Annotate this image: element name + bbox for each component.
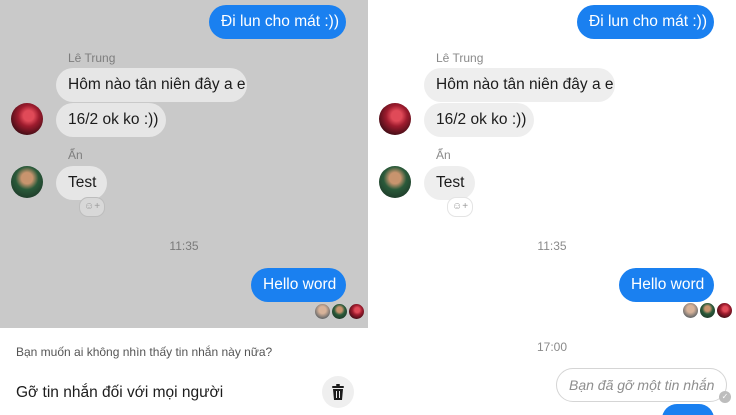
avatar-an[interactable] — [11, 166, 43, 198]
incoming-message-trung-2[interactable]: 16/2 ok ko :)) — [56, 103, 166, 137]
incoming-message-trung-1[interactable]: Hôm nào tân niên đây a e — [424, 68, 615, 102]
sender-name-an: Ẩn — [436, 148, 451, 162]
sender-name-trung: Lê Trung — [436, 51, 484, 65]
unsend-question: Bạn muốn ai không nhìn thấy tin nhắn này… — [16, 345, 273, 359]
incoming-message-an[interactable]: Test — [56, 166, 107, 200]
outgoing-message[interactable]: Đi lun cho mát :)) — [209, 5, 346, 39]
smile-icon: ☺ — [451, 201, 463, 212]
avatar-trung[interactable] — [379, 103, 411, 135]
outgoing-message-partial[interactable] — [662, 404, 714, 415]
seen-avatar — [349, 304, 364, 319]
seen-avatar — [683, 303, 698, 318]
unsend-button[interactable] — [322, 376, 354, 408]
seen-avatar — [700, 303, 715, 318]
right-chat-screen: Đi lun cho mát :)) Lê Trung Hôm nào tân … — [368, 0, 736, 415]
incoming-message-trung-1[interactable]: Hôm nào tân niên đây a e — [56, 68, 247, 102]
seen-avatar — [332, 304, 347, 319]
removed-message[interactable]: Bạn đã gỡ một tin nhắn — [556, 368, 728, 402]
left-chat-screen: Đi lun cho mát :)) Lê Trung Hôm nào tân … — [0, 0, 368, 415]
incoming-message-an[interactable]: Test — [424, 166, 475, 200]
seen-avatar — [717, 303, 732, 318]
add-reaction-button[interactable]: ☺+ — [447, 197, 473, 217]
avatar-an[interactable] — [379, 166, 411, 198]
unsend-for-everyone-option[interactable]: Gỡ tin nhắn đối với mọi người — [16, 384, 223, 402]
check-icon: ✓ — [719, 391, 731, 403]
seen-avatar — [315, 304, 330, 319]
outgoing-message[interactable]: Đi lun cho mát :)) — [577, 5, 714, 39]
timestamp: 11:35 — [169, 239, 199, 253]
plus-icon: + — [462, 201, 469, 212]
add-reaction-button[interactable]: ☺+ — [79, 197, 105, 217]
outgoing-message-hello[interactable]: Hello word — [251, 268, 346, 302]
unsend-sheet: Bạn muốn ai không nhìn thấy tin nhắn này… — [0, 328, 368, 415]
outgoing-message-hello[interactable]: Hello word — [619, 268, 714, 302]
sender-name-trung: Lê Trung — [68, 51, 116, 65]
avatar-trung[interactable] — [11, 103, 43, 135]
incoming-message-trung-2[interactable]: 16/2 ok ko :)) — [424, 103, 534, 137]
trash-icon — [332, 384, 344, 400]
timestamp: 17:00 — [536, 340, 568, 354]
smile-icon: ☺ — [83, 201, 95, 212]
timestamp: 11:35 — [537, 239, 567, 253]
sender-name-an: Ẩn — [68, 148, 83, 162]
plus-icon: + — [94, 201, 101, 212]
